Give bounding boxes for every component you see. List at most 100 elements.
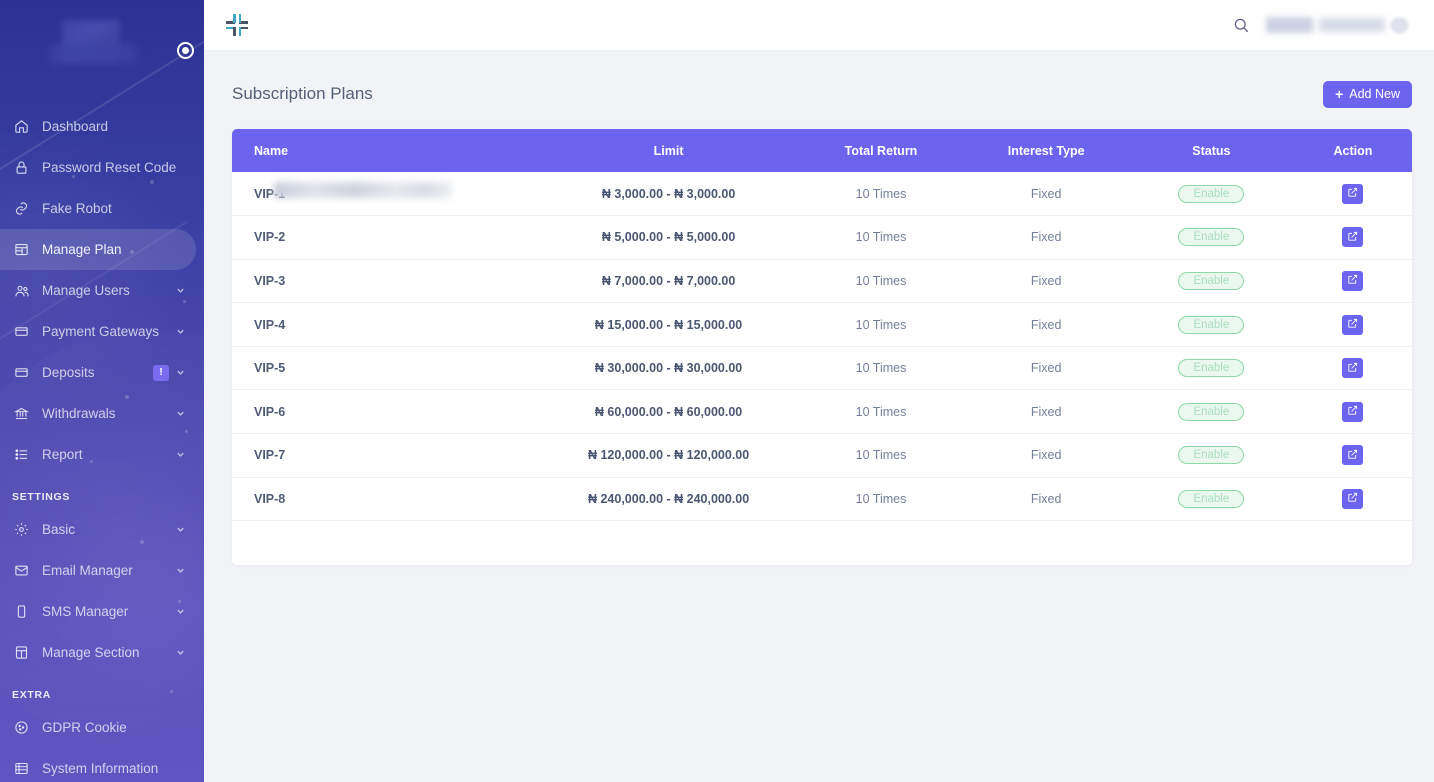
- search-icon[interactable]: [1232, 16, 1250, 34]
- status-badge[interactable]: Enable: [1178, 359, 1245, 378]
- table-row: VIP-8 ₦ 240,000.00 - ₦ 240,000.00 10 Times…: [232, 477, 1412, 522]
- avatar: [1391, 17, 1408, 33]
- column-header-total-return: Total Return: [798, 129, 964, 172]
- status-badge[interactable]: Enable: [1178, 228, 1245, 247]
- plan-name: VIP-5: [254, 361, 286, 376]
- sidebar-item-label: SMS Manager: [42, 604, 129, 619]
- table-body: VIP-1 ₦ 3,000.00 - ₦ 3,000.00 10 Times Fixe…: [232, 172, 1412, 522]
- cell-limit: ₦ 30,000.00 - ₦ 30,000.00: [538, 346, 799, 391]
- add-new-button[interactable]: + Add New: [1323, 80, 1412, 108]
- sidebar-item-gdpr-cookie[interactable]: GDPR Cookie: [0, 707, 204, 748]
- plan-name: VIP-2: [254, 230, 286, 245]
- cell-limit: ₦ 240,000.00 - ₦ 240,000.00: [538, 477, 799, 522]
- edit-plan-button[interactable]: [1342, 401, 1364, 422]
- sidebar-item-label: Fake Robot: [42, 201, 112, 216]
- cell-interest-type: Fixed: [963, 172, 1129, 217]
- cell-status: Enable: [1128, 433, 1294, 478]
- sidebar-item-manage-users[interactable]: Manage Users: [0, 270, 204, 311]
- status-badge[interactable]: Enable: [1178, 271, 1245, 290]
- cell-name: VIP-4: [232, 302, 539, 347]
- add-new-label: Add New: [1349, 87, 1400, 101]
- sidebar-collapse-toggle[interactable]: [177, 42, 194, 59]
- cell-name: VIP-3: [232, 259, 539, 304]
- status-badge[interactable]: Enable: [1178, 402, 1245, 421]
- cell-name: VIP-8: [232, 477, 539, 522]
- top-bar: [204, 0, 1434, 51]
- cell-action: [1293, 433, 1412, 478]
- chevron-down-icon: [175, 367, 186, 378]
- column-header-limit: Limit: [538, 129, 799, 172]
- sidebar-item-email-manager[interactable]: Email Manager: [0, 550, 204, 591]
- sidebar-item-dashboard[interactable]: Dashboard: [0, 106, 204, 147]
- table-row: VIP-6 ₦ 60,000.00 - ₦ 60,000.00 10 Times Fi…: [232, 389, 1412, 435]
- cell-name: VIP-1: [232, 172, 539, 217]
- link-icon: [14, 201, 38, 216]
- page-title: Subscription Plans: [232, 84, 373, 103]
- app-root: Dashboard Password Reset Code Fake Robot: [0, 0, 1434, 782]
- sidebar-item-label: Manage Users: [42, 283, 130, 298]
- cell-limit: ₦ 7,000.00 - ₦ 7,000.00: [538, 259, 799, 304]
- cell-total-return: 10 Times: [798, 259, 964, 304]
- sidebar-section-extra: EXTRA: [12, 689, 52, 701]
- edit-square-icon: [1347, 317, 1358, 332]
- edit-plan-button[interactable]: [1342, 183, 1364, 204]
- table-header-row: Name Limit Total Return Interest Type St…: [232, 129, 1412, 172]
- status-badge[interactable]: Enable: [1178, 446, 1245, 465]
- sidebar-item-report[interactable]: Report: [0, 434, 204, 475]
- cell-name: VIP-5: [232, 346, 539, 391]
- sidebar-item-manage-plan[interactable]: Manage Plan: [0, 229, 196, 270]
- cell-action: [1293, 259, 1412, 304]
- sidebar-item-label: Deposits: [42, 365, 95, 380]
- column-header-name: Name: [232, 129, 539, 172]
- sidebar-item-password-reset-code[interactable]: Password Reset Code: [0, 147, 204, 188]
- edit-square-icon: [1347, 361, 1358, 376]
- cell-total-return: 10 Times: [798, 477, 964, 522]
- sidebar-item-sms-manager[interactable]: SMS Manager: [0, 591, 204, 632]
- cell-total-return: 10 Times: [798, 346, 964, 391]
- column-header-interest-type: Interest Type: [963, 129, 1129, 172]
- user-role-redacted: [1319, 18, 1385, 32]
- chevron-down-icon: [175, 606, 186, 617]
- sidebar-item-manage-section[interactable]: Manage Section: [0, 632, 204, 673]
- edit-plan-button[interactable]: [1342, 314, 1364, 335]
- edit-plan-button[interactable]: [1342, 445, 1364, 466]
- sidebar-item-label: Withdrawals: [42, 406, 116, 421]
- edit-plan-button[interactable]: [1342, 270, 1364, 291]
- card-icon: [14, 324, 38, 339]
- list-icon: [14, 447, 38, 462]
- edit-plan-button[interactable]: [1342, 488, 1364, 509]
- sidebar-item-withdrawals[interactable]: Withdrawals: [0, 393, 204, 434]
- sidebar-logo-area[interactable]: [0, 0, 204, 86]
- status-badge[interactable]: Enable: [1178, 315, 1245, 334]
- chevron-down-icon: [175, 565, 186, 576]
- sidebar-item-payment-gateways[interactable]: Payment Gateways: [0, 311, 204, 352]
- edit-square-icon: [1347, 186, 1358, 201]
- sidebar-item-deposits[interactable]: Deposits !: [0, 352, 204, 393]
- cell-status: Enable: [1128, 172, 1294, 217]
- edit-plan-button[interactable]: [1342, 358, 1364, 379]
- table-row: VIP-3 ₦ 7,000.00 - ₦ 7,000.00 10 Times Fixe…: [232, 259, 1412, 304]
- edit-plan-button[interactable]: [1342, 227, 1364, 248]
- bank-icon: [14, 406, 38, 421]
- sidebar-item-label: Email Manager: [42, 563, 133, 578]
- status-badge[interactable]: Enable: [1178, 184, 1245, 203]
- sidebar-item-fake-robot[interactable]: Fake Robot: [0, 188, 204, 229]
- cell-interest-type: Fixed: [963, 302, 1129, 347]
- sidebar-item-system-information[interactable]: System Information: [0, 748, 204, 782]
- sidebar-item-basic[interactable]: Basic: [0, 509, 204, 550]
- cell-interest-type: Fixed: [963, 477, 1129, 522]
- compress-icon[interactable]: [226, 14, 248, 36]
- sidebar-item-label: Report: [42, 447, 83, 462]
- cell-name: VIP-2: [232, 215, 539, 260]
- table-row: VIP-5 ₦ 30,000.00 - ₦ 30,000.00 10 Times Fi…: [232, 346, 1412, 391]
- table-row: VIP-2 ₦ 5,000.00 - ₦ 5,000.00 10 Times Fixe…: [232, 215, 1412, 260]
- sidebar-item-label: Password Reset Code: [42, 160, 177, 175]
- status-badge[interactable]: Enable: [1178, 489, 1245, 508]
- plan-name: VIP-6: [254, 404, 286, 419]
- redaction-overlay: [274, 182, 452, 198]
- cell-interest-type: Fixed: [963, 259, 1129, 304]
- plan-name: VIP-7: [254, 448, 286, 463]
- user-menu[interactable]: [1266, 17, 1408, 33]
- cell-limit: ₦ 60,000.00 - ₦ 60,000.00: [538, 389, 799, 435]
- chevron-down-icon: [175, 647, 186, 658]
